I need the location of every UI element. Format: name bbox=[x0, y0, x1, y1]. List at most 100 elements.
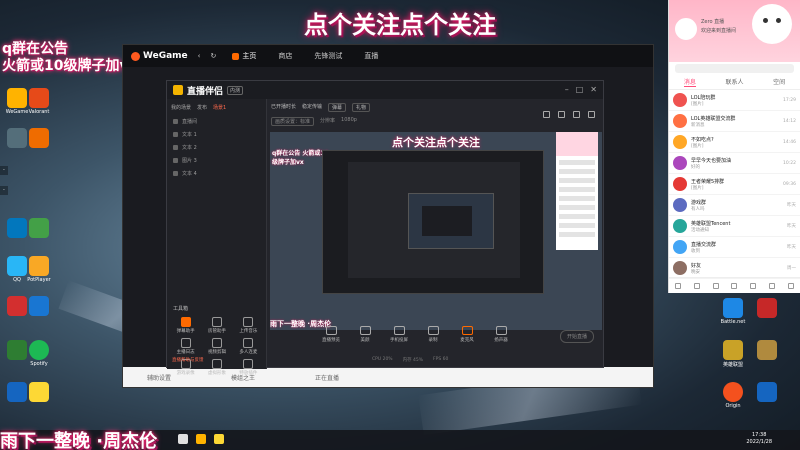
gift-icon[interactable] bbox=[543, 111, 550, 118]
list-item[interactable]: 游戏群 有人吗 昨天 bbox=[669, 195, 800, 216]
mail-icon[interactable] bbox=[750, 282, 757, 289]
record-button[interactable]: 录制 bbox=[422, 326, 444, 343]
wegame-icon[interactable] bbox=[196, 434, 206, 444]
tab-home[interactable]: 主页 bbox=[226, 48, 262, 64]
plugin-icon bbox=[243, 359, 254, 369]
tab-space[interactable]: 空间 bbox=[773, 77, 785, 87]
wegame-logo: WeGame bbox=[131, 51, 188, 61]
streamer-log-button[interactable]: 主播日志 bbox=[171, 338, 200, 355]
desktop-icon[interactable]: 英雄联盟 bbox=[718, 340, 748, 368]
list-item[interactable]: LOL陪玩群 [图片] 17:29 bbox=[669, 90, 800, 111]
eye-icon[interactable] bbox=[173, 119, 178, 124]
tab-contacts[interactable]: 联系人 bbox=[725, 77, 743, 87]
desktop-icon[interactable]: Spotify bbox=[24, 340, 54, 367]
app-icon bbox=[29, 88, 49, 108]
desktop-icon[interactable]: Battle.net bbox=[718, 298, 748, 325]
mail-icon[interactable] bbox=[731, 282, 738, 289]
file-icon[interactable] bbox=[712, 282, 719, 289]
tab-scene-1[interactable]: 场景1 bbox=[213, 104, 226, 111]
assist-settings-link[interactable]: 辅助设置 bbox=[147, 373, 171, 382]
tab-live[interactable]: 直播 bbox=[358, 48, 384, 64]
list-item[interactable]: 早早今天也要加油 好的 10:22 bbox=[669, 153, 800, 174]
now-live-link[interactable]: 正在直播 bbox=[315, 373, 339, 382]
eye-icon[interactable] bbox=[173, 145, 178, 150]
source-item[interactable]: 文本 1 bbox=[167, 128, 266, 141]
admin-icon bbox=[211, 317, 222, 327]
folder-icon bbox=[29, 382, 49, 402]
menu-icon[interactable] bbox=[675, 282, 682, 289]
back-arrow-icon[interactable]: ‹ bbox=[198, 52, 201, 60]
phone-icon[interactable] bbox=[694, 282, 701, 289]
bag-icon[interactable] bbox=[558, 111, 565, 118]
avatar bbox=[673, 261, 687, 275]
room-admin-button[interactable]: 房管助手 bbox=[202, 317, 231, 334]
danmaku-pill[interactable]: 弹幕 bbox=[328, 103, 347, 112]
tab-publish[interactable]: 发布 bbox=[197, 104, 207, 111]
quality-select[interactable]: 画质设置：标准 bbox=[271, 117, 315, 126]
notification-line: · bbox=[0, 186, 8, 195]
upload-music-button[interactable]: 上传音乐 bbox=[234, 317, 263, 334]
desktop-icon[interactable] bbox=[752, 298, 782, 319]
effects-plugin-button[interactable]: 特效插件 bbox=[234, 359, 263, 376]
avatar bbox=[673, 198, 687, 212]
source-item[interactable]: 文本 2 bbox=[167, 141, 266, 154]
maximize-icon[interactable]: □ bbox=[576, 85, 584, 94]
desktop-icon[interactable]: Origin bbox=[718, 382, 748, 409]
tab-messages[interactable]: 消息 bbox=[683, 77, 696, 87]
desktop-icon[interactable] bbox=[752, 340, 782, 361]
star-icon[interactable] bbox=[768, 282, 775, 289]
grid-icon[interactable] bbox=[787, 282, 794, 289]
tab-my-scenes[interactable]: 我的场景 bbox=[171, 104, 191, 111]
app-icon bbox=[29, 218, 49, 238]
refresh-icon[interactable]: ↻ bbox=[210, 52, 216, 60]
folder-icon[interactable] bbox=[214, 434, 224, 444]
avatar-button[interactable]: 虚拟形象 bbox=[202, 359, 231, 376]
video-clip-button[interactable]: 视频剪辑 bbox=[202, 338, 231, 355]
beauty-button[interactable]: 美颜 bbox=[354, 326, 376, 343]
app-icon bbox=[29, 256, 49, 276]
desktop-icon[interactable] bbox=[24, 296, 54, 317]
desktop-icon[interactable] bbox=[752, 382, 782, 403]
avatar[interactable] bbox=[675, 18, 697, 40]
scene-sidebar: 我的场景 发布 场景1 直播间 文本 1 文本 2 图片 3 文本 4 工具箱 … bbox=[167, 99, 267, 376]
phone-cast-button[interactable]: 手机投屏 bbox=[388, 326, 410, 343]
list-item[interactable]: 不如吃点? [图片] 14:46 bbox=[669, 132, 800, 153]
desktop-icon[interactable] bbox=[24, 382, 54, 403]
toolbox-title: 工具箱 bbox=[173, 306, 189, 312]
desktop-icon[interactable]: PotPlayer bbox=[24, 256, 54, 283]
mascot-image bbox=[752, 4, 792, 44]
app-icon[interactable] bbox=[178, 434, 188, 444]
danmaku-assistant-button[interactable]: 弹幕助手 bbox=[171, 317, 200, 334]
taskbar-clock[interactable]: 17:38 2022/1/28 bbox=[746, 432, 772, 446]
desktop-icon[interactable] bbox=[24, 218, 54, 239]
tab-store[interactable]: 商店 bbox=[272, 48, 298, 64]
taskbar-apps bbox=[178, 434, 224, 444]
source-item[interactable]: 直播间 bbox=[167, 115, 266, 128]
eye-icon[interactable] bbox=[173, 158, 178, 163]
eye-icon[interactable] bbox=[173, 171, 178, 176]
microphone-button[interactable]: 麦克风 bbox=[456, 326, 478, 343]
settings-icon[interactable] bbox=[588, 111, 595, 118]
chart-icon[interactable] bbox=[573, 111, 580, 118]
preview-button[interactable]: 直播预览 bbox=[320, 326, 342, 343]
start-live-button[interactable]: 开始直播 bbox=[560, 330, 595, 343]
speaker-button[interactable]: 扬声器 bbox=[490, 326, 512, 343]
chat-search-input[interactable] bbox=[675, 64, 794, 73]
list-item[interactable]: 英雄联盟Tencent 活动通知 昨天 bbox=[669, 216, 800, 237]
list-item[interactable]: 好友 晚安 周一 bbox=[669, 258, 800, 279]
gift-pill[interactable]: 礼物 bbox=[352, 103, 371, 112]
source-item[interactable]: 图片 3 bbox=[167, 154, 266, 167]
scene-tabs: 我的场景 发布 场景1 bbox=[167, 99, 266, 115]
source-item[interactable]: 文本 4 bbox=[167, 167, 266, 180]
help-feedback-link[interactable]: 直播帮助与反馈 bbox=[172, 357, 204, 363]
close-icon[interactable]: ✕ bbox=[590, 85, 597, 94]
list-item[interactable]: LOL英雄联盟交流群 新消息 14:12 bbox=[669, 111, 800, 132]
desktop-icon[interactable] bbox=[24, 128, 54, 149]
multi-mic-button[interactable]: 多人连麦 bbox=[234, 338, 263, 355]
minimize-icon[interactable]: – bbox=[565, 85, 569, 94]
eye-icon[interactable] bbox=[173, 132, 178, 137]
list-item[interactable]: 直播交流群 收到 昨天 bbox=[669, 237, 800, 258]
list-item[interactable]: 王者荣耀5排群 [图片] 09:36 bbox=[669, 174, 800, 195]
tab-pioneer-test[interactable]: 先锋测试 bbox=[308, 48, 348, 64]
desktop-icon[interactable]: Valorant bbox=[24, 88, 54, 115]
